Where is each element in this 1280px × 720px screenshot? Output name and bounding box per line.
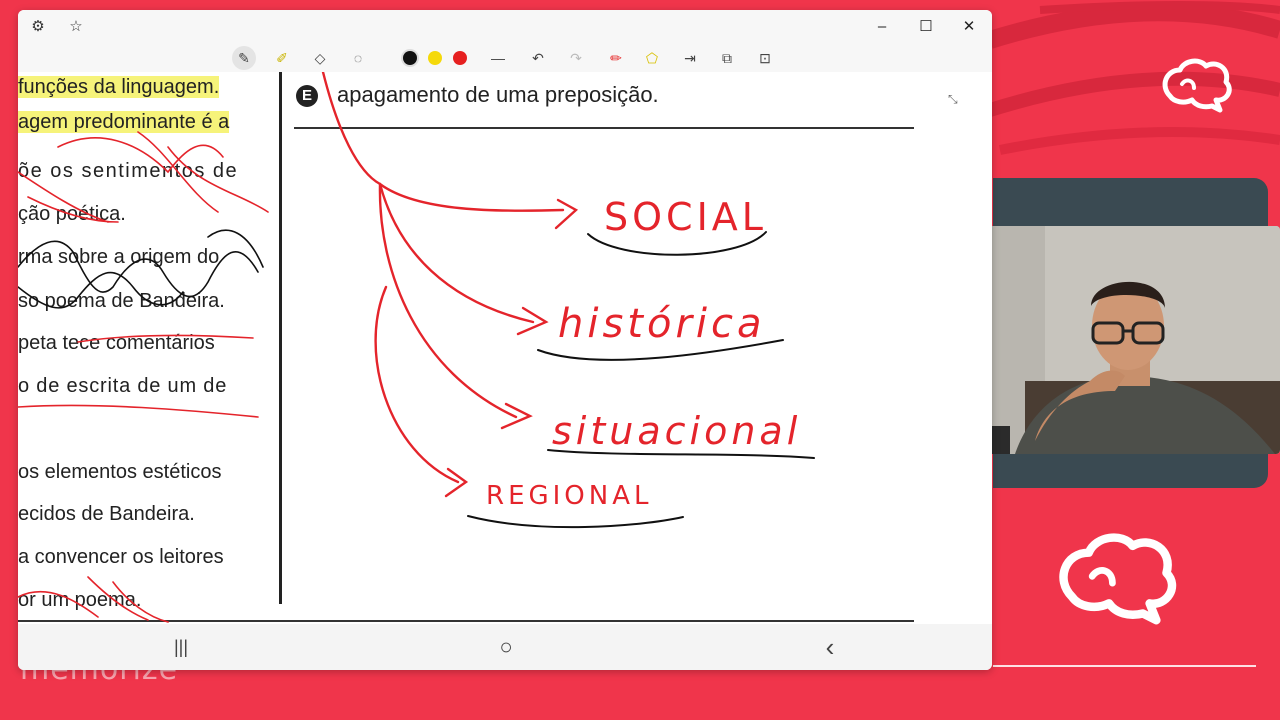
home-button[interactable]: ○ — [491, 634, 521, 660]
handwritten-situacional: situacional — [552, 409, 801, 453]
note-canvas[interactable]: funções da linguagem. agem predominante … — [18, 72, 992, 624]
maximize-button[interactable]: ☐ — [912, 15, 940, 39]
color-black-swatch[interactable] — [403, 51, 417, 65]
color-red-swatch[interactable] — [453, 51, 467, 65]
minimize-button[interactable]: – — [868, 15, 896, 39]
brain-logo-large-icon — [1059, 533, 1177, 625]
eraser-icon[interactable]: ◇ — [308, 46, 332, 70]
star-icon[interactable]: ☆ — [66, 17, 86, 37]
undo-icon[interactable]: ↶ — [526, 46, 550, 70]
recent-apps-button[interactable]: ||| — [166, 634, 196, 660]
copy-icon[interactable]: ⧉ — [715, 46, 739, 70]
lock-icon[interactable]: ⊡ — [753, 46, 777, 70]
handwritten-regional: REGIONAL — [486, 481, 653, 511]
redo-icon[interactable]: ↷ — [564, 46, 588, 70]
close-button[interactable]: ✕ — [955, 15, 983, 39]
back-button[interactable]: ‹ — [815, 634, 845, 660]
marker-icon[interactable]: ✏ — [604, 46, 628, 70]
color-yellow-swatch[interactable] — [428, 51, 442, 65]
presenter-image — [975, 226, 1280, 454]
webcam-feed — [975, 226, 1280, 454]
drawing-toolbar: ✎ ✐ ◇ ◌ — ↶ ↷ ✏ ⬠ ⇥ ⧉ ⊡ — [18, 44, 992, 72]
gear-icon[interactable]: ⚙ — [28, 17, 48, 37]
handwritten-historica: histórica — [558, 301, 766, 347]
brain-logo-icon — [1162, 58, 1232, 113]
title-bar: ⚙ ☆ – ☐ ✕ — [18, 10, 992, 44]
line-icon[interactable]: — — [486, 46, 510, 70]
ink-annotations: SOCIAL histórica situacional REGIONAL — [18, 72, 815, 623]
handwritten-social: SOCIAL — [604, 195, 767, 239]
pen-icon[interactable]: ✎ — [232, 46, 256, 70]
highlighter-icon[interactable]: ✐ — [270, 46, 294, 70]
shape-icon[interactable]: ⬠ — [640, 46, 664, 70]
notes-app-window: ⚙ ☆ – ☐ ✕ ✎ ✐ ◇ ◌ — ↶ ↷ ✏ ⬠ ⇥ ⧉ ⊡ funçõe… — [18, 10, 992, 670]
lasso-icon[interactable]: ◌ — [346, 46, 370, 70]
navigation-bar: ||| ○ ‹ — [18, 624, 992, 670]
text-icon[interactable]: ⇥ — [678, 46, 702, 70]
decorative-rule — [993, 665, 1256, 667]
